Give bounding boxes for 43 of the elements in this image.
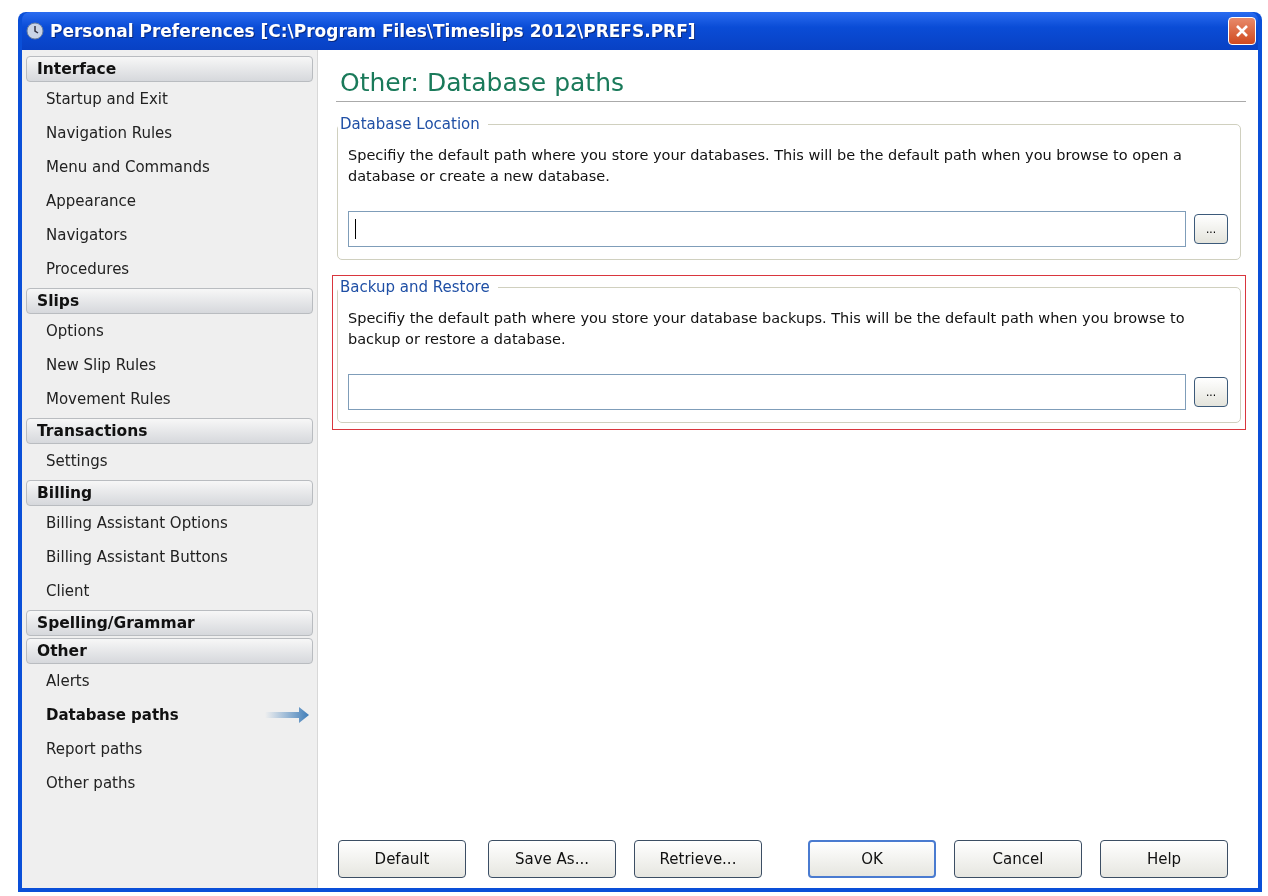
sidebar-item[interactable]: Options [46, 322, 104, 340]
sidebar-item[interactable]: Settings [46, 452, 108, 470]
sidebar-item[interactable]: Startup and Exit [46, 90, 168, 108]
sidebar-group-header[interactable]: Other [26, 638, 313, 664]
path-input-field[interactable] [348, 374, 1186, 410]
sidebar-item[interactable]: Billing Assistant Buttons [46, 548, 228, 566]
sidebar-item[interactable]: Menu and Commands [46, 158, 210, 176]
sidebar-item[interactable]: Database paths [46, 706, 179, 724]
sidebar-item[interactable]: Appearance [46, 192, 137, 210]
browse-button[interactable]: ... [1194, 214, 1228, 244]
page-title: Other: Database paths [336, 62, 1246, 102]
group-legend: Database Location [338, 115, 488, 133]
dialog-button[interactable]: Retrieve... [634, 840, 762, 878]
clock-icon [26, 22, 44, 40]
sidebar-group-header[interactable]: Transactions [26, 418, 313, 444]
sidebar-group-header[interactable]: Interface [26, 56, 313, 82]
sidebar-group-header[interactable]: Spelling/Grammar [26, 610, 313, 636]
dialog-button[interactable]: Cancel [954, 840, 1082, 878]
group-legend: Backup and Restore [338, 278, 498, 296]
sidebar-item[interactable]: Billing Assistant Options [46, 514, 228, 532]
sidebar-item[interactable]: New Slip Rules [46, 356, 157, 374]
dialog-button[interactable]: Help [1100, 840, 1228, 878]
sidebar-item[interactable]: Other paths [46, 774, 136, 792]
arrow-icon [265, 707, 309, 723]
description-text: Specifiy the default path where you store your database backups. This will be the default path when you browse to backup or restore a database. [348, 309, 1186, 349]
browse-button[interactable]: ... [1194, 377, 1228, 407]
path-input-field[interactable] [348, 211, 1186, 247]
sidebar-item[interactable]: Alerts [46, 672, 90, 690]
description-text: Specifiy the default path where you store your databases. This will be the default path when you browse to open a database or create a new database. [348, 146, 1183, 186]
close-icon [1235, 24, 1249, 38]
sidebar-item[interactable]: Navigators [46, 226, 128, 244]
dialog-button[interactable]: Default [338, 840, 466, 878]
window-title: Personal Preferences [C:\Program Files\Timeslips 2012\PREFS.PRF] [50, 21, 697, 41]
sidebar-group-header[interactable]: Billing [26, 480, 313, 506]
dialog-button[interactable]: Save As... [488, 840, 616, 878]
sidebar-group-header[interactable]: Slips [26, 288, 313, 314]
close-button[interactable] [1228, 17, 1256, 45]
sidebar-item[interactable]: Navigation Rules [46, 124, 173, 142]
dialog-button[interactable]: OK [808, 840, 936, 878]
sidebar-item[interactable]: Movement Rules [46, 390, 171, 408]
sidebar-item[interactable]: Report paths [46, 740, 143, 758]
sidebar-item[interactable]: Procedures [46, 260, 130, 278]
sidebar-item[interactable]: Client [46, 582, 90, 600]
